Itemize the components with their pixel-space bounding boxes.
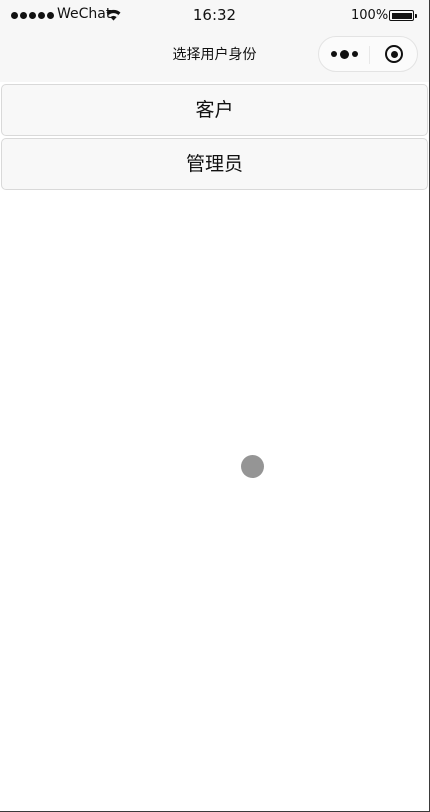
battery-percent: 100%	[351, 8, 389, 23]
customer-role-button[interactable]: 客户	[1, 84, 428, 136]
close-circle-icon	[385, 45, 403, 63]
more-dots-icon-right	[351, 51, 358, 57]
phone-screen: WeChat 16:32 100% 选择用户身份 客户 管理员	[0, 0, 430, 812]
menu-capsule	[318, 36, 418, 72]
more-button[interactable]	[319, 37, 369, 71]
status-bar: WeChat 16:32 100%	[0, 0, 429, 32]
battery-icon	[389, 10, 417, 21]
touch-indicator	[241, 455, 264, 478]
role-list: 客户 管理员	[0, 84, 429, 192]
battery-fill	[391, 12, 412, 19]
navigation-bar: 选择用户身份	[0, 32, 429, 82]
close-button[interactable]	[369, 37, 419, 71]
more-dots-icon	[330, 51, 337, 57]
more-dots-icon-center	[339, 49, 349, 59]
admin-role-button[interactable]: 管理员	[1, 138, 428, 190]
